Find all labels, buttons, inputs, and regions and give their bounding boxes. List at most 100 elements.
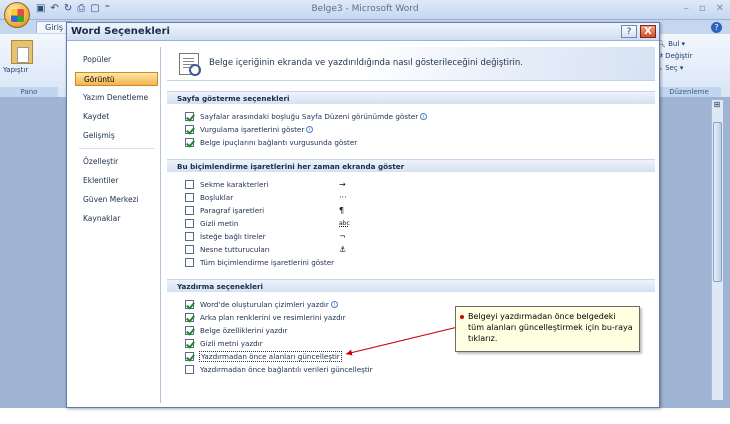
minimize-icon[interactable]: – (684, 3, 689, 14)
nav-item-addins[interactable]: Eklentiler (73, 174, 160, 188)
view-ruler-icon[interactable]: ⊞ (711, 100, 723, 112)
option-tab-characters[interactable]: Sekme karakterleri → (185, 178, 655, 191)
section-header-printing: Yazdırma seçenekleri (167, 279, 655, 292)
option-show-whitespace[interactable]: Sayfalar arasındaki boşluğu Sayfa Düzeni… (185, 110, 655, 123)
option-spaces[interactable]: Boşluklar ··· (185, 191, 655, 204)
nav-item-customize[interactable]: Özelleştir (73, 155, 160, 169)
checkbox[interactable] (185, 258, 194, 267)
checkbox[interactable] (185, 206, 194, 215)
option-optional-hyphens[interactable]: İsteğe bağlı tireler ¬ (185, 230, 655, 243)
checkbox[interactable] (185, 193, 194, 202)
callout-box: Belgeyi yazdırmadan önce belgedeki tüm a… (455, 306, 640, 352)
close-icon[interactable]: ✕ (716, 3, 724, 14)
dialog-close-button[interactable]: X (640, 25, 656, 38)
save-icon[interactable]: ▣ (36, 3, 45, 14)
vertical-scrollbar[interactable] (711, 100, 723, 400)
option-label: Yazdırmadan önce alanları güncelleştir (199, 351, 342, 362)
option-hidden-text[interactable]: Gizli metin abc (185, 217, 655, 230)
checkbox[interactable] (185, 313, 194, 322)
info-icon: i (330, 301, 338, 308)
print-icon[interactable]: ⎙ (77, 3, 85, 14)
option-label: Arka plan renklerini ve resimlerini yazd… (200, 313, 346, 322)
nav-item-popular[interactable]: Popüler (73, 53, 160, 67)
formatting-marks-options: Sekme karakterleri → Boşluklar ··· Parag… (167, 172, 655, 269)
callout-dot-icon (460, 315, 464, 319)
checkbox[interactable] (185, 245, 194, 254)
option-label: Sayfalar arasındaki boşluğu Sayfa Düzeni… (200, 112, 419, 121)
nav-item-proofing[interactable]: Yazım Denetleme (73, 91, 160, 105)
clipboard-group-label: Pano (0, 87, 58, 97)
window-controls: – ▫ ✕ (684, 3, 724, 14)
scroll-thumb[interactable] (713, 122, 722, 282)
option-show-highlighter[interactable]: Vurgulama işaretlerini göster i (185, 123, 655, 136)
option-label: Gizli metin (200, 219, 239, 228)
replace-button[interactable]: ⇄ Değiştir (657, 50, 719, 62)
checkbox[interactable] (185, 339, 194, 348)
undo-icon[interactable]: ↶ (50, 3, 58, 14)
space-dots-icon: ··· (339, 193, 347, 202)
paste-label[interactable]: Yapıştır (3, 66, 58, 74)
customize-qat-icon[interactable]: ⁼ (105, 3, 110, 14)
checkbox[interactable] (185, 300, 194, 309)
checkbox[interactable] (185, 112, 194, 121)
option-label: Sekme karakterleri (200, 180, 269, 189)
option-label: Gizli metni yazdır (200, 339, 263, 348)
options-nav: Popüler Görüntü Yazım Denetleme Kaydet G… (73, 47, 161, 403)
option-label: Tüm biçimlendirme işaretlerini göster (200, 258, 335, 267)
option-label: Vurgulama işaretlerini göster (200, 125, 305, 134)
option-label: Belge ipuçlarını bağlantı vurgusunda gös… (200, 138, 358, 147)
dialog-title: Word Seçenekleri (71, 26, 170, 37)
select-button[interactable]: ↖ Seç ▾ (657, 62, 719, 74)
option-label: İsteğe bağlı tireler (200, 232, 266, 241)
checkbox[interactable] (185, 232, 194, 241)
paste-icon[interactable] (11, 40, 33, 64)
editing-group-label: Düzenleme (657, 87, 721, 97)
option-label: Yazdırmadan önce bağlantılı verileri gün… (200, 365, 373, 374)
checkbox[interactable] (185, 125, 194, 134)
info-icon: i (306, 126, 314, 133)
redo-icon[interactable]: ↻ (64, 3, 72, 14)
replace-label: Değiştir (665, 52, 693, 60)
nav-item-resources[interactable]: Kaynaklar (73, 212, 160, 226)
find-button[interactable]: 🔍︎ Bul ▾ (657, 38, 719, 50)
maximize-icon[interactable]: ▫ (699, 3, 706, 14)
option-label: Nesne tutturucuları (200, 245, 270, 254)
checkbox[interactable] (185, 326, 194, 335)
option-all-formatting-marks[interactable]: Tüm biçimlendirme işaretlerini göster (185, 256, 655, 269)
optional-hyphen-icon: ¬ (339, 232, 346, 241)
option-label: Boşluklar (200, 193, 234, 202)
display-banner: Belge içeriğinin ekranda ve yazdırıldığı… (167, 47, 655, 81)
checkbox[interactable] (185, 365, 194, 374)
checkbox[interactable] (185, 138, 194, 147)
status-bar (0, 408, 730, 424)
checkbox[interactable] (185, 180, 194, 189)
office-button[interactable] (4, 2, 30, 28)
checkbox[interactable] (185, 352, 194, 361)
nav-item-save[interactable]: Kaydet (73, 110, 160, 124)
clipboard-group: Yapıştır (3, 40, 58, 74)
help-icon[interactable]: ? (711, 22, 722, 33)
option-label: Paragraf işaretleri (200, 206, 265, 215)
dialog-title-bar: Word Seçenekleri ? X (67, 23, 659, 41)
hidden-text-icon: abc (339, 220, 350, 227)
option-paragraph-marks[interactable]: Paragraf işaretleri ¶ (185, 204, 655, 217)
option-show-tooltips[interactable]: Belge ipuçlarını bağlantı vurgusunda gös… (185, 136, 655, 149)
pilcrow-icon: ¶ (339, 206, 345, 215)
find-label: Bul (668, 40, 680, 48)
select-label: Seç (665, 64, 678, 72)
page-display-options: Sayfalar arasındaki boşluğu Sayfa Düzeni… (167, 104, 655, 149)
section-header-formatting-marks: Bu biçimlendirme işaretlerini her zaman … (167, 159, 655, 172)
option-update-linked-data[interactable]: Yazdırmadan önce bağlantılı verileri gün… (185, 363, 655, 376)
nav-item-trust-center[interactable]: Güven Merkezi (73, 193, 160, 207)
dialog-help-button[interactable]: ? (621, 25, 637, 38)
option-object-anchors[interactable]: Nesne tutturucuları ⚓ (185, 243, 655, 256)
nav-item-advanced[interactable]: Gelişmiş (73, 129, 160, 143)
new-document-icon[interactable]: ▢ (90, 3, 99, 14)
editing-group: 🔍︎ Bul ▾ ⇄ Değiştir ↖ Seç ▾ (657, 38, 719, 74)
info-icon: i (420, 113, 428, 120)
checkbox[interactable] (185, 219, 194, 228)
tab-arrow-icon: → (339, 180, 346, 189)
nav-item-display[interactable]: Görüntü (75, 72, 158, 86)
quick-access-toolbar: ▣ ↶ ↻ ⎙ ▢ ⁼ (36, 3, 110, 14)
nav-divider (79, 148, 154, 149)
